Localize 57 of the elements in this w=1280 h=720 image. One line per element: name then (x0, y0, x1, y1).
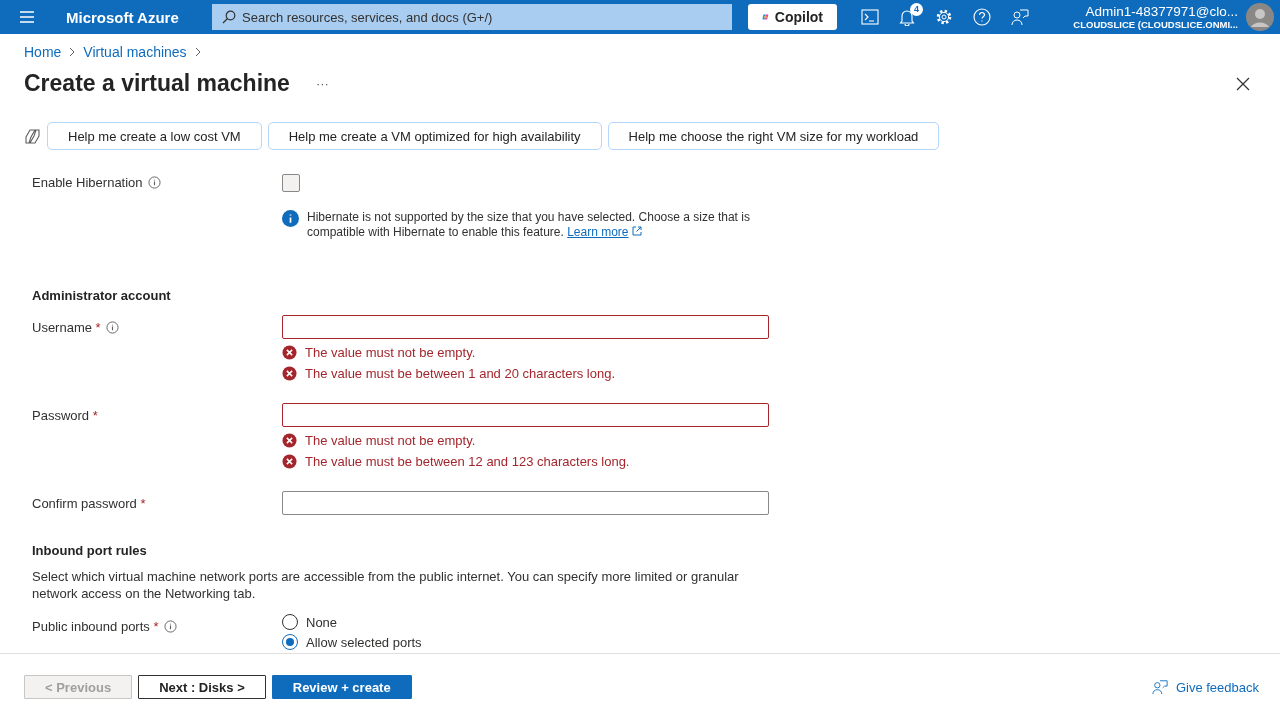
error-message: The value must not be empty. (305, 345, 476, 360)
error-message: The value must be between 12 and 123 characters long. (305, 454, 630, 469)
info-icon (282, 210, 299, 227)
info-icon[interactable] (105, 320, 119, 334)
suggestion-button[interactable]: Help me create a low cost VM (47, 122, 262, 150)
error-icon (282, 366, 297, 381)
error-message: The value must be between 1 and 20 characters long. (305, 366, 616, 381)
radio-option[interactable]: None (282, 614, 422, 630)
terminal-icon[interactable] (861, 9, 879, 25)
checkbox[interactable] (282, 174, 300, 192)
footer-button[interactable]: Next : Disks > (138, 675, 266, 699)
field-label: Password * (32, 407, 98, 423)
error-icon (282, 454, 297, 469)
notification-count: 4 (910, 2, 923, 16)
error-message: The value must not be empty. (305, 433, 476, 448)
suggestion-button[interactable]: Help me choose the right VM size for my workload (607, 122, 940, 150)
notifications-icon[interactable] (899, 8, 915, 26)
account-name[interactable]: Admin1-48377971@clo... (1073, 4, 1238, 19)
field-label: Username * (32, 319, 101, 335)
input-field[interactable] (282, 403, 769, 427)
learn-more-link[interactable]: Learn more (567, 225, 629, 239)
search-field[interactable]: Search resources, services, and docs (G+/) (212, 4, 732, 30)
radio-option[interactable]: Allow selected ports (282, 634, 422, 650)
info-message: Hibernate is not supported by the size that you have selected. Choose a size that is compatible with Hibernate to enable this feature. Learn more (307, 210, 751, 240)
error-icon (282, 345, 297, 360)
field-label: Confirm password * (32, 495, 146, 511)
suggestion-button[interactable]: Help me create a VM optimized for high availability (267, 122, 602, 150)
info-icon[interactable] (163, 619, 177, 633)
feedback-link[interactable]: Give feedback (1151, 679, 1259, 695)
settings-icon[interactable] (935, 8, 953, 26)
section-heading: Administrator account (32, 288, 172, 303)
page-title: Create a virtual machine (24, 70, 290, 97)
input-field[interactable] (282, 491, 769, 515)
section-description: Select which virtual machine network ports are accessible from the public internet. You can specify more limited or granular network access on the Networking tab. (32, 568, 740, 602)
feedback-icon[interactable] (1011, 8, 1029, 26)
copilot-icon (24, 127, 41, 145)
external-link-icon (631, 226, 642, 236)
avatar-icon[interactable] (1246, 3, 1274, 31)
brand-name[interactable]: Microsoft Azure (66, 8, 212, 26)
input-field[interactable] (282, 315, 769, 339)
tenant-name[interactable]: CLOUDSLICE (CLOUDSLICE.ONMI... (1073, 19, 1238, 30)
copilot-button[interactable]: Copilot (748, 4, 837, 30)
breadcrumb-link[interactable]: Virtual machines (83, 44, 187, 60)
chevron-right-icon (69, 47, 76, 57)
more-options[interactable]: ··· (315, 76, 329, 91)
chevron-right-icon (194, 47, 201, 57)
info-icon[interactable] (147, 175, 161, 189)
menu-icon[interactable] (20, 11, 34, 23)
error-icon (282, 433, 297, 448)
field-label: Public inbound ports * (32, 618, 159, 634)
close-icon[interactable] (1236, 76, 1250, 91)
help-icon[interactable] (973, 8, 991, 26)
breadcrumb-link[interactable]: Home (24, 44, 62, 60)
field-label: Enable Hibernation (32, 174, 143, 190)
feedback-icon (1151, 679, 1168, 695)
section-heading: Inbound port rules (32, 543, 148, 558)
footer-button[interactable]: Review + create (271, 675, 412, 699)
